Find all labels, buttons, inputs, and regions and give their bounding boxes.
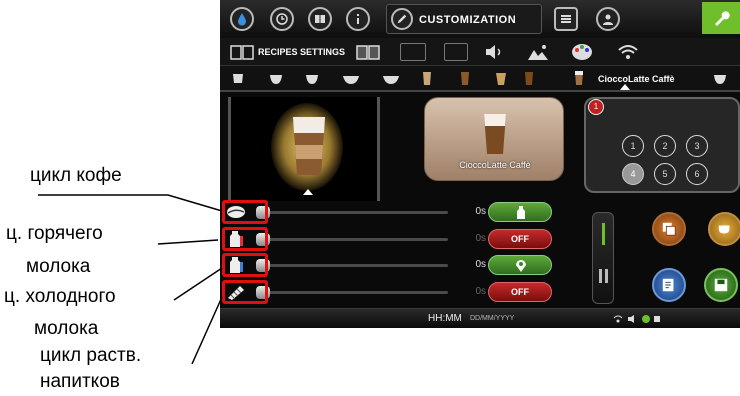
annotation-coffee-cycle: цикл кофе [30, 165, 122, 186]
annotation-hot-milk-line1: ц. горячего [6, 223, 103, 244]
annotation-soluble-line2: напитков [40, 371, 120, 392]
annotation-cold-milk-line2: молока [34, 318, 99, 339]
annotation-cold-milk-line1: ц. холодного [4, 286, 116, 307]
annotation-hot-milk-line2: молока [26, 256, 91, 277]
annotation-leader-lines [38, 194, 223, 365]
annotation-soluble-line1: цикл раств. [40, 345, 142, 366]
